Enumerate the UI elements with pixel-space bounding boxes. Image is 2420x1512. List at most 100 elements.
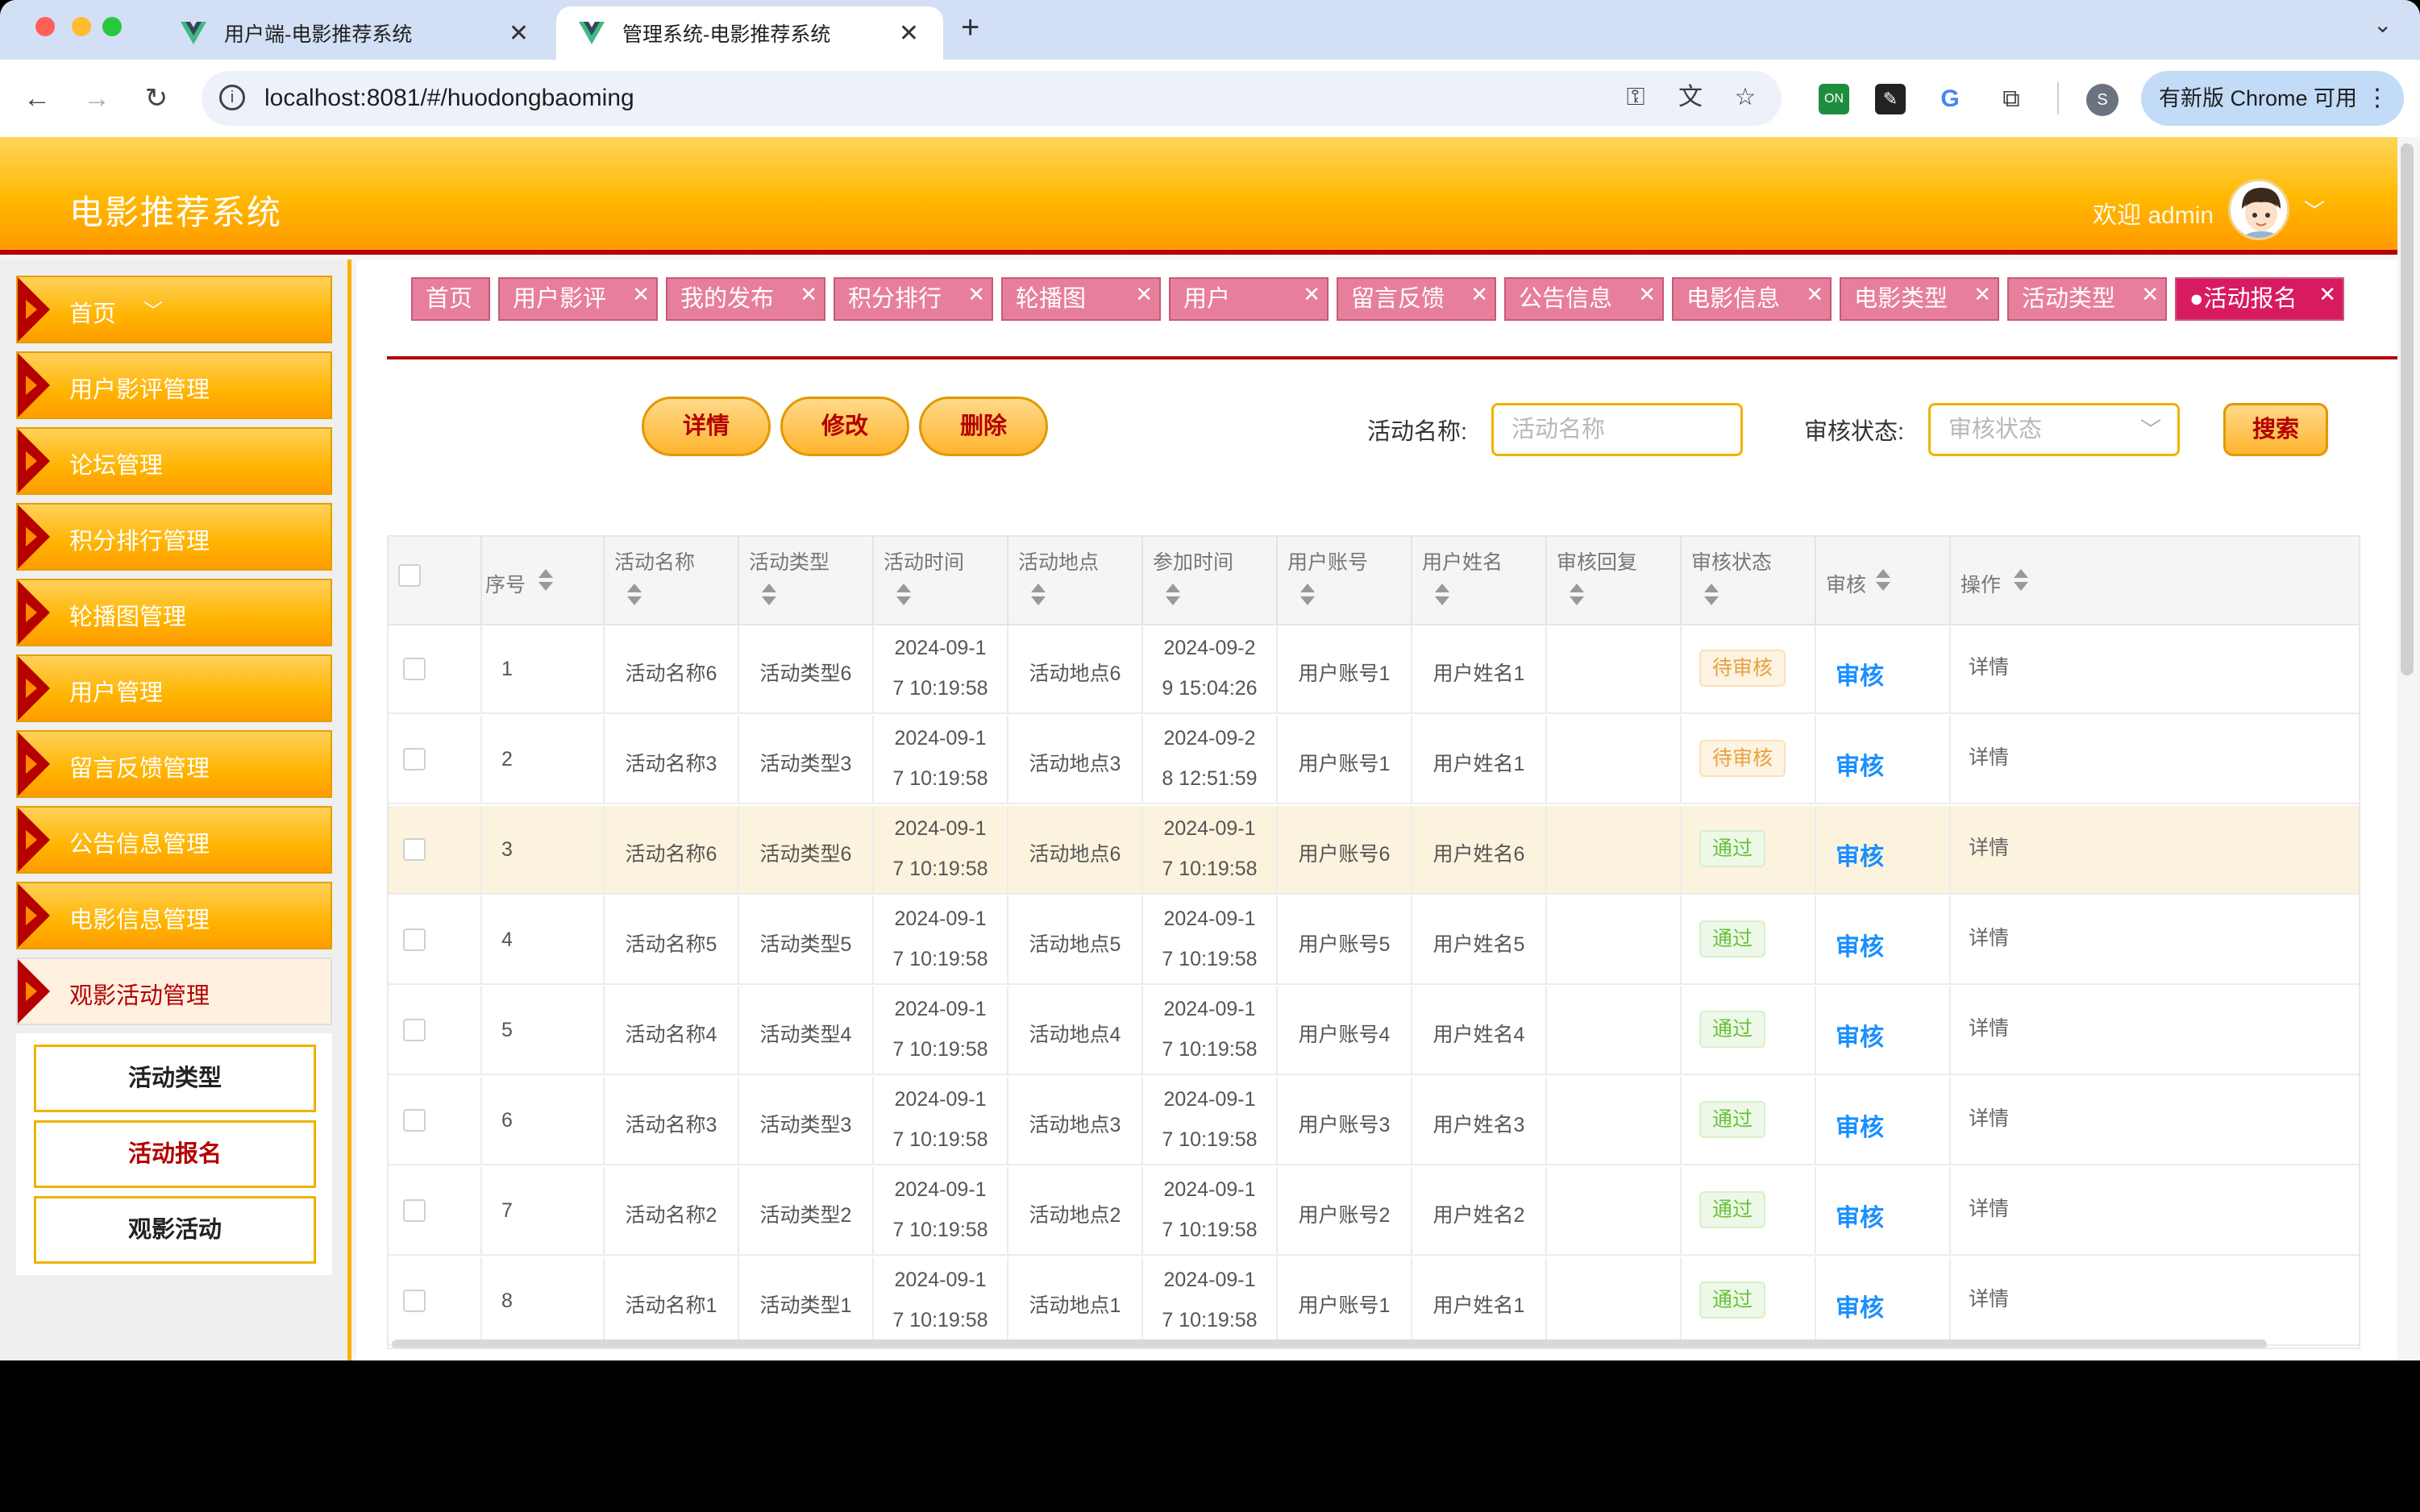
audit-link[interactable]: 审核 <box>1836 837 1884 872</box>
site-info-icon[interactable]: i <box>219 85 245 110</box>
row-checkbox[interactable] <box>403 748 426 771</box>
row-checkbox[interactable] <box>403 1019 426 1041</box>
translate-icon[interactable]: 文 <box>1675 82 1706 113</box>
audit-link[interactable]: 审核 <box>1836 1017 1884 1053</box>
audit-status-select[interactable]: 审核状态 ﹀ <box>1928 403 2180 456</box>
browser-tab-user[interactable]: 用户端-电影推荐系统 ✕ <box>158 6 553 60</box>
submenu-item-movie-activities[interactable]: 观影活动 <box>34 1196 316 1264</box>
header-audit[interactable]: 审核 <box>1816 537 1951 625</box>
audit-link[interactable]: 审核 <box>1836 746 1884 782</box>
audit-link[interactable]: 审核 <box>1836 1288 1884 1323</box>
extension-chart-icon[interactable]: ✎ <box>1875 84 1906 114</box>
detail-link[interactable]: 详情 <box>1969 1103 2009 1132</box>
table-row[interactable]: 4 活动名称5 活动类型5 2024-09-1 7 10:19:58 活动地点5 … <box>389 896 2359 985</box>
sort-icon[interactable] <box>1435 584 1449 613</box>
close-icon[interactable]: ✕ <box>800 274 817 314</box>
browser-tab-admin[interactable]: 管理系统-电影推荐系统 ✕ <box>556 6 943 60</box>
sidebar-item-feedback[interactable]: 留言反馈管理 <box>16 730 332 798</box>
chrome-update-button[interactable]: 有新版 Chrome 可用 ⋮ <box>2141 71 2404 126</box>
header-operation[interactable]: 操作 <box>1951 537 2359 625</box>
row-checkbox[interactable] <box>403 928 426 951</box>
submenu-item-activity-signup[interactable]: 活动报名 <box>34 1120 316 1188</box>
header-status[interactable]: 审核状态 <box>1682 537 1816 625</box>
tab-notices[interactable]: 公告信息 ✕ <box>1504 277 1664 321</box>
extensions-puzzle-icon[interactable]: ⧉ <box>1996 84 2027 114</box>
detail-link[interactable]: 详情 <box>1969 922 2009 951</box>
tab-search-chevron-icon[interactable]: ⌄ <box>2373 11 2392 38</box>
sidebar-item-carousel[interactable]: 轮播图管理 <box>16 579 332 646</box>
detail-link[interactable]: 详情 <box>1969 832 2009 861</box>
audit-link[interactable]: 审核 <box>1836 927 1884 962</box>
header-type[interactable]: 活动类型 <box>739 537 874 625</box>
row-checkbox[interactable] <box>403 1109 426 1132</box>
close-icon[interactable]: ✕ <box>509 19 529 48</box>
header-seq[interactable]: 序号 <box>482 537 605 625</box>
sidebar-item-activities[interactable]: 观影活动管理 <box>16 957 332 1025</box>
tab-users[interactable]: 用户 ✕ <box>1169 277 1329 321</box>
table-row[interactable]: 1 活动名称6 活动类型6 2024-09-1 7 10:19:58 活动地点6 … <box>389 625 2359 714</box>
extension-on-icon[interactable]: ON <box>1819 84 1849 114</box>
profile-avatar[interactable]: S <box>2086 84 2119 116</box>
close-icon[interactable]: ✕ <box>967 274 985 314</box>
sort-icon[interactable] <box>1704 584 1719 613</box>
row-checkbox[interactable] <box>403 1290 426 1312</box>
header-username[interactable]: 用户姓名 <box>1412 537 1547 625</box>
close-icon[interactable]: ✕ <box>1303 274 1320 314</box>
vertical-scrollbar[interactable] <box>2401 143 2414 675</box>
close-window-button[interactable] <box>35 17 55 36</box>
table-row[interactable]: 8 活动名称1 活动类型1 2024-09-1 7 10:19:58 活动地点1 … <box>389 1257 2359 1346</box>
sidebar-item-users[interactable]: 用户管理 <box>16 654 332 722</box>
sort-icon[interactable] <box>1166 584 1180 613</box>
password-key-icon[interactable]: ⚿ <box>1620 82 1651 113</box>
sidebar-item-ranking[interactable]: 积分排行管理 <box>16 503 332 571</box>
detail-button[interactable]: 详情 <box>642 397 771 456</box>
back-arrow-icon[interactable]: ← <box>19 81 55 116</box>
table-row[interactable]: 6 活动名称3 活动类型3 2024-09-1 7 10:19:58 活动地点3 … <box>389 1077 2359 1165</box>
close-icon[interactable]: ✕ <box>1470 274 1488 314</box>
tab-reviews[interactable]: 用户影评 ✕ <box>498 277 658 321</box>
activity-name-input[interactable]: 活动名称 <box>1491 403 1743 456</box>
close-icon[interactable]: ✕ <box>1806 274 1823 314</box>
sort-icon[interactable] <box>1300 584 1315 613</box>
close-icon[interactable]: ✕ <box>1638 274 1656 314</box>
new-tab-button[interactable]: + <box>961 10 979 46</box>
horizontal-scrollbar[interactable] <box>392 1340 2267 1348</box>
sidebar-item-forum[interactable]: 论坛管理 <box>16 427 332 495</box>
sort-icon[interactable] <box>1031 584 1046 613</box>
table-row[interactable]: 7 活动名称2 活动类型2 2024-09-1 7 10:19:58 活动地点2 … <box>389 1167 2359 1256</box>
sidebar-item-notices[interactable]: 公告信息管理 <box>16 806 332 874</box>
table-row[interactable]: 3 活动名称6 活动类型6 2024-09-1 7 10:19:58 活动地点6 … <box>389 806 2359 895</box>
minimize-window-button[interactable] <box>72 17 91 36</box>
search-button[interactable]: 搜索 <box>2223 403 2328 456</box>
tab-my-posts[interactable]: 我的发布 ✕ <box>666 277 825 321</box>
sidebar-item-home[interactable]: 首页 ﹀ <box>16 276 332 343</box>
table-row[interactable]: 5 活动名称4 活动类型4 2024-09-1 7 10:19:58 活动地点4 … <box>389 987 2359 1075</box>
tab-home[interactable]: 首页 <box>411 277 490 321</box>
row-checkbox[interactable] <box>403 1199 426 1222</box>
tab-carousel[interactable]: 轮播图 ✕ <box>1001 277 1161 321</box>
submenu-item-activity-types[interactable]: 活动类型 <box>34 1045 316 1112</box>
close-icon[interactable]: ✕ <box>2318 274 2336 314</box>
detail-link[interactable]: 详情 <box>1969 1012 2009 1041</box>
sidebar-item-movies[interactable]: 电影信息管理 <box>16 882 332 949</box>
sort-icon[interactable] <box>762 584 776 613</box>
google-translate-icon[interactable]: G <box>1935 84 1965 114</box>
close-icon[interactable]: ✕ <box>1973 274 1991 314</box>
tab-feedback[interactable]: 留言反馈 ✕ <box>1337 277 1496 321</box>
tab-activity-types[interactable]: 活动类型 ✕ <box>2007 277 2167 321</box>
sort-icon[interactable] <box>627 584 642 613</box>
table-row[interactable]: 2 活动名称3 活动类型3 2024-09-1 7 10:19:58 活动地点3 … <box>389 716 2359 804</box>
tab-activity-signup[interactable]: ●活动报名 ✕ <box>2175 277 2344 321</box>
detail-link[interactable]: 详情 <box>1969 651 2009 680</box>
audit-link[interactable]: 审核 <box>1836 1107 1884 1143</box>
sort-icon[interactable] <box>896 584 911 613</box>
tab-movie-types[interactable]: 电影类型 ✕ <box>1840 277 1999 321</box>
detail-link[interactable]: 详情 <box>1969 1283 2009 1312</box>
sort-icon[interactable] <box>538 569 553 599</box>
row-checkbox[interactable] <box>403 838 426 861</box>
audit-link[interactable]: 审核 <box>1836 1198 1884 1233</box>
sidebar-item-reviews[interactable]: 用户影评管理 <box>16 351 332 419</box>
header-time[interactable]: 活动时间 <box>874 537 1008 625</box>
header-place[interactable]: 活动地点 <box>1008 537 1143 625</box>
sort-icon[interactable] <box>1570 584 1584 613</box>
